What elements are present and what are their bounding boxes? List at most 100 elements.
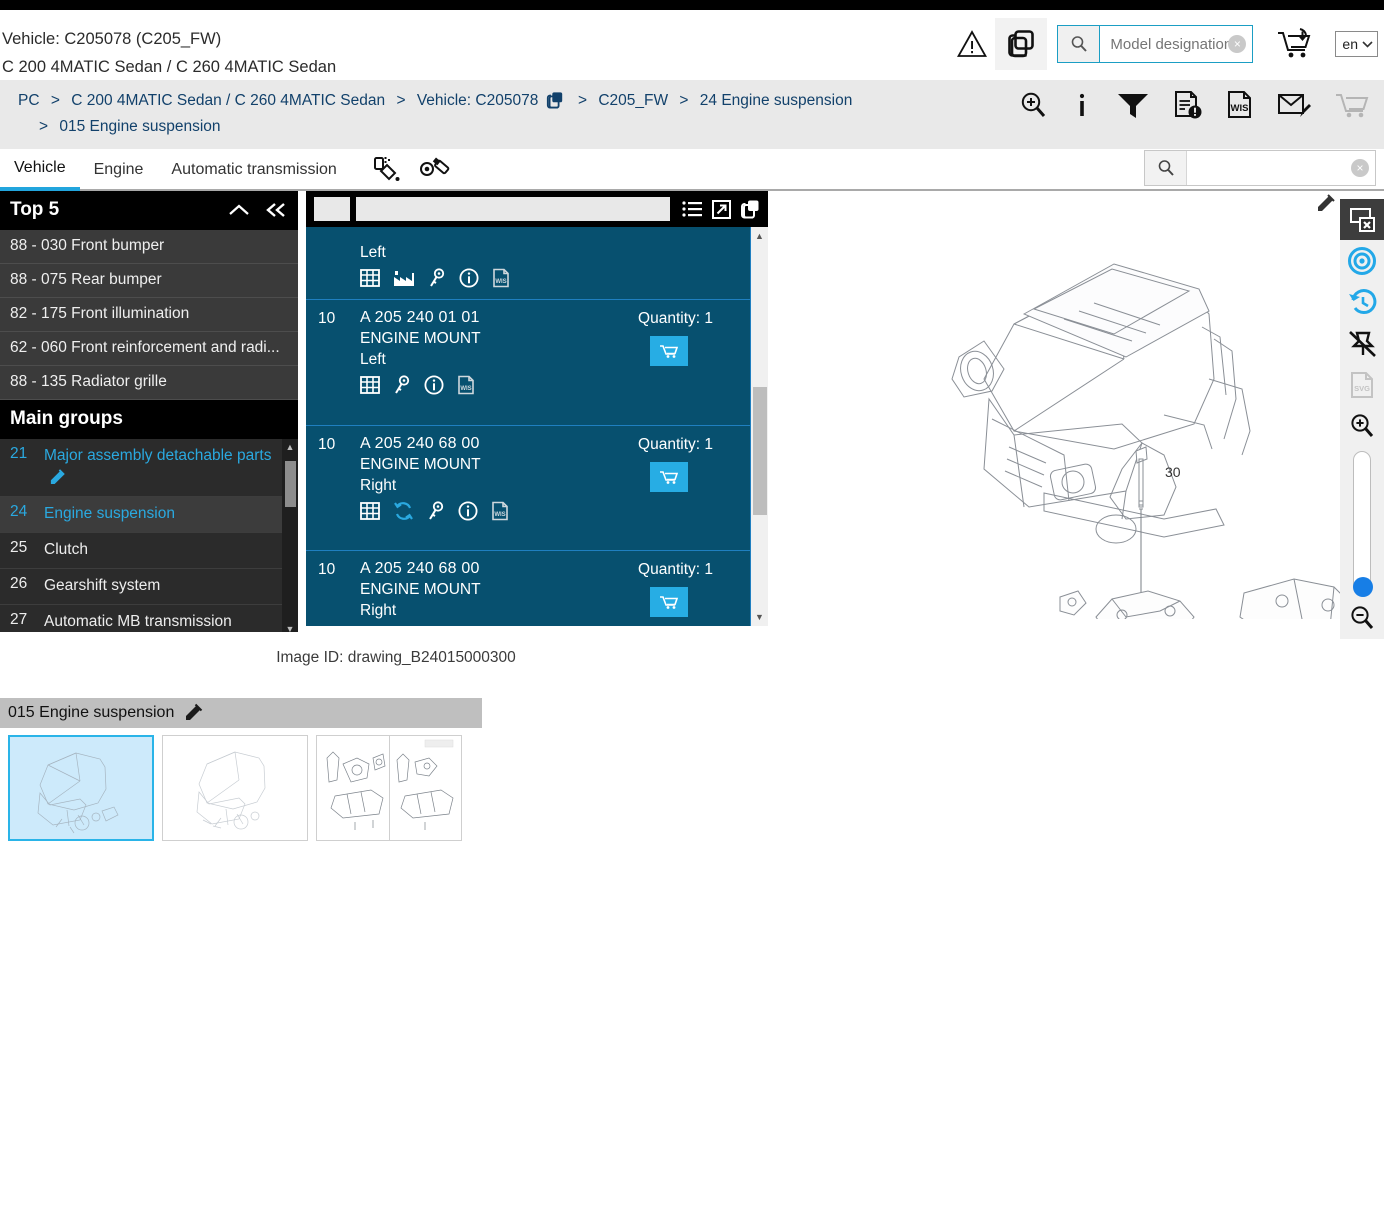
search-icon[interactable] <box>1145 151 1187 185</box>
info-icon[interactable] <box>459 268 479 288</box>
zoom-out-icon[interactable] <box>1340 598 1384 639</box>
thumbnail-3[interactable] <box>316 735 462 841</box>
parts-filter-box[interactable] <box>314 197 350 221</box>
thumbnail-2[interactable] <box>162 735 308 841</box>
unpin-icon[interactable] <box>1340 323 1384 364</box>
svg-text:WIS: WIS <box>494 512 505 518</box>
top5-item[interactable]: 62 - 060 Front reinforcement and radi... <box>0 332 298 366</box>
zoom-in-icon[interactable] <box>1018 90 1048 120</box>
key-icon[interactable] <box>393 375 411 395</box>
info-icon[interactable] <box>458 501 478 521</box>
svg-text:WIS: WIS <box>460 386 471 392</box>
copy-icon[interactable] <box>740 199 760 219</box>
breadcrumb-item-group24[interactable]: 24 Engine suspension <box>700 92 853 109</box>
language-selector[interactable]: en <box>1335 31 1378 57</box>
scroll-up-arrow[interactable]: ▲ <box>282 439 298 455</box>
bolt-tool-icon[interactable] <box>419 155 451 183</box>
zoom-in-icon[interactable] <box>1340 406 1384 447</box>
edit-pencil-icon[interactable] <box>1316 193 1336 213</box>
main-group-row-24[interactable]: 24 Engine suspension <box>0 497 282 533</box>
top5-item[interactable]: 88 - 075 Rear bumper <box>0 264 298 298</box>
target-focus-icon[interactable] <box>1340 240 1384 281</box>
mail-edit-icon[interactable] <box>1277 90 1311 120</box>
filter-funnel-icon[interactable] <box>1116 90 1150 120</box>
copy-icon[interactable] <box>995 18 1048 70</box>
main-group-row-25[interactable]: 25 Clutch <box>0 533 282 569</box>
main-groups-scrollbar[interactable]: ▲ ▼ <box>282 439 298 632</box>
paint-spray-icon[interactable] <box>371 155 401 183</box>
close-window-icon[interactable] <box>1340 199 1384 241</box>
breadcrumb-item-pc[interactable]: PC <box>18 92 40 109</box>
double-chevron-left-icon[interactable] <box>264 202 288 218</box>
parts-row[interactable]: 10 A 205 240 68 00 ENGINE MOUNT Right WI… <box>306 426 768 551</box>
scrollbar-thumb[interactable] <box>285 461 296 507</box>
tab-vehicle[interactable]: Vehicle <box>0 150 80 191</box>
parts-row[interactable]: 10 A 205 240 68 00 ENGINE MOUNT Right Qu… <box>306 551 768 626</box>
cart-icon[interactable] <box>1334 90 1370 120</box>
info-icon[interactable] <box>424 375 444 395</box>
tab-engine[interactable]: Engine <box>80 152 158 189</box>
tab-icons <box>371 155 451 189</box>
top5-item[interactable]: 88 - 030 Front bumper <box>0 230 298 264</box>
zoom-slider-handle[interactable] <box>1353 576 1373 597</box>
edit-pencil-icon[interactable] <box>184 703 203 722</box>
cart-add-icon[interactable] <box>1271 21 1319 67</box>
sync-icon[interactable] <box>393 501 414 521</box>
scroll-down-arrow[interactable]: ▼ <box>751 608 768 626</box>
table-icon[interactable] <box>360 502 380 520</box>
scrollbar-thumb[interactable] <box>753 387 767 515</box>
add-to-cart-button[interactable] <box>650 462 688 492</box>
parts-row-icons: WIS <box>360 375 758 395</box>
breadcrumb-copy-icon[interactable] <box>546 91 564 109</box>
edit-pencil-icon[interactable] <box>49 468 66 485</box>
search-field-wrap[interactable]: × <box>1100 26 1253 62</box>
expand-icon[interactable] <box>712 199 731 219</box>
wis-icon[interactable]: WIS <box>457 375 475 395</box>
zoom-slider[interactable] <box>1353 450 1373 597</box>
history-undo-icon[interactable] <box>1340 282 1384 323</box>
secondary-search-box[interactable]: × <box>1144 150 1376 186</box>
svg-export-icon[interactable]: SVG <box>1340 364 1384 405</box>
top5-controls <box>228 202 288 218</box>
thumbnail-1[interactable] <box>8 735 154 841</box>
wis-document-icon[interactable]: WIS <box>1226 90 1254 120</box>
warning-triangle-icon[interactable] <box>949 21 995 67</box>
factory-icon[interactable] <box>393 269 415 287</box>
parts-scrollbar[interactable]: ▲ ▼ <box>750 227 768 626</box>
model-search-box[interactable]: × <box>1057 25 1254 63</box>
key-icon[interactable] <box>427 501 445 521</box>
parts-row-side: Left <box>360 351 386 368</box>
table-icon[interactable] <box>360 269 380 287</box>
scroll-up-arrow[interactable]: ▲ <box>751 227 768 245</box>
main-group-row-26[interactable]: 26 Gearshift system <box>0 569 282 605</box>
tab-automatic-transmission[interactable]: Automatic transmission <box>157 152 350 189</box>
header-actions: × en <box>949 18 1384 70</box>
main-group-row-21[interactable]: 21 Major assembly detachable parts <box>0 439 282 497</box>
scroll-down-arrow[interactable]: ▼ <box>282 621 298 632</box>
wis-icon[interactable]: WIS <box>492 268 510 288</box>
parts-row[interactable]: 10 A 205 240 01 01 ENGINE MOUNT Left WIS… <box>306 300 768 426</box>
key-icon[interactable] <box>428 268 446 288</box>
breadcrumb-item-015[interactable]: 015 Engine suspension <box>59 118 220 135</box>
add-to-cart-button[interactable] <box>650 587 688 617</box>
engine-suspension-drawing[interactable]: 30 <box>864 219 1384 619</box>
list-view-icon[interactable] <box>682 200 703 218</box>
top5-item[interactable]: 82 - 175 Front illumination <box>0 298 298 332</box>
document-alert-icon[interactable] <box>1173 90 1203 120</box>
add-to-cart-button[interactable] <box>650 336 688 366</box>
wis-icon[interactable]: WIS <box>491 501 509 521</box>
top5-item[interactable]: 88 - 135 Radiator grille <box>0 366 298 400</box>
search-icon[interactable] <box>1058 26 1101 62</box>
parts-search-field[interactable] <box>356 197 670 221</box>
clear-secondary-search-icon[interactable]: × <box>1351 159 1369 177</box>
secondary-search-field[interactable]: × <box>1187 151 1375 185</box>
chevron-up-icon[interactable] <box>228 203 250 217</box>
main-group-row-27[interactable]: 27 Automatic MB transmission <box>0 605 282 632</box>
breadcrumb-item-vehicle[interactable]: Vehicle: C205078 <box>417 92 539 109</box>
secondary-search-input[interactable] <box>1187 158 1375 178</box>
breadcrumb-item-model[interactable]: C 200 4MATIC Sedan / C 260 4MATIC Sedan <box>71 92 385 109</box>
breadcrumb-item-c205fw[interactable]: C205_FW <box>598 92 668 109</box>
table-icon[interactable] <box>360 376 380 394</box>
info-icon[interactable] <box>1071 90 1093 120</box>
parts-row-partial[interactable]: Left WIS <box>306 227 768 300</box>
